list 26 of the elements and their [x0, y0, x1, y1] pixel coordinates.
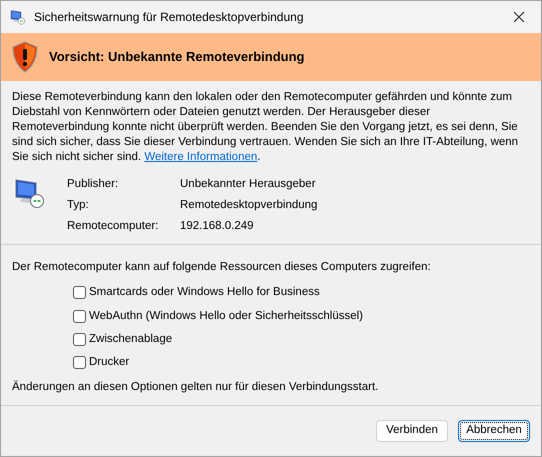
resource-checkbox[interactable]: Smartcards oder Windows Hello for Business — [73, 284, 530, 302]
more-info-link[interactable]: Weitere Informationen — [144, 151, 258, 163]
warning-heading: Vorsicht: Unbekannte Remoteverbindung — [49, 48, 304, 66]
detail-value: Unbekannter Herausgeber — [180, 177, 317, 192]
dialog-button[interactable]: Abbrechen — [458, 420, 530, 442]
checkbox[interactable] — [73, 286, 86, 300]
resource-checkbox[interactable]: Drucker — [73, 354, 530, 372]
detail-value: Remotedesktopverbindung — [180, 198, 318, 213]
checkbox[interactable] — [73, 356, 86, 370]
remote-desktop-icon — [14, 177, 46, 209]
resources-label: Der Remotecomputer kann auf folgende Ressourcen dieses Computers zugreifen: — [12, 260, 432, 275]
detail-label: Publisher: — [67, 177, 120, 192]
close-icon — [513, 11, 525, 23]
dialog-button[interactable]: Verbinden — [376, 420, 448, 442]
warning-description: Diese Remoteverbindung kann den lokalen oder den Remotecomputer gefährden und könnte zum Diebstahl von Kennwörtern oder Dateien genutzt werden. Der Herausgeber dieser Remoteverbindung konnte nicht überprüft werden. Beenden Sie den Vorgang jetzt, es sei denn, Sie sind sich sicher, dass Sie dieser Verbindung vertrauen. Wenden Sie sich an Ihre IT-Abteilung, wenn Sie sich nicht sicher sind. Weitere Informationen. — [12, 90, 520, 165]
detail-label: Typ: — [67, 198, 90, 213]
checkbox[interactable] — [73, 310, 86, 323]
resource-checkbox[interactable]: WebAuthn (Windows Hello oder Sicherheitsschlüssel) — [73, 308, 530, 325]
warning-shield-icon — [11, 41, 39, 73]
detail-value: 192.168.0.249 — [180, 219, 255, 234]
detail-label: Remotecomputer: — [67, 219, 160, 234]
resource-checkbox[interactable]: Zwischenablage — [73, 330, 530, 348]
note-text: Änderungen an diesen Optionen gelten nur für diesen Verbindungsstart. — [12, 379, 380, 396]
remote-desktop-icon — [10, 9, 26, 25]
checkbox[interactable] — [73, 332, 86, 346]
window-title: Sicherheitswarnung für Remotedesktopverbindung — [34, 9, 304, 26]
